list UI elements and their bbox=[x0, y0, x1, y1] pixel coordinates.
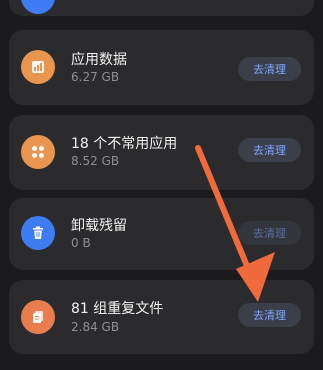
item-title: 应用数据 bbox=[71, 52, 127, 68]
card-duplicate-files[interactable]: 81 组重复文件 2.84 GB 去清理 bbox=[9, 280, 314, 354]
item-title: 81 组重复文件 bbox=[71, 301, 164, 317]
card-top-partial bbox=[9, 0, 314, 16]
partial-icon bbox=[21, 0, 55, 14]
trash-icon bbox=[21, 216, 55, 250]
clean-button[interactable]: 去清理 bbox=[238, 138, 301, 162]
card-app-data[interactable]: 应用数据 6.27 GB 去清理 bbox=[9, 30, 314, 105]
card-unused-apps[interactable]: 18 个不常用应用 8.52 GB 去清理 bbox=[9, 115, 314, 190]
card-uninstall-residue[interactable]: 卸载残留 0 B 去清理 bbox=[9, 198, 314, 270]
item-title: 卸载残留 bbox=[71, 218, 127, 234]
item-title: 18 个不常用应用 bbox=[71, 136, 178, 152]
item-size: 8.52 GB bbox=[71, 154, 120, 168]
clean-button[interactable]: 去清理 bbox=[238, 57, 301, 81]
clean-button[interactable]: 去清理 bbox=[238, 221, 301, 245]
item-size: 6.27 GB bbox=[71, 70, 120, 84]
clean-button[interactable]: 去清理 bbox=[238, 303, 301, 327]
duplicate-file-icon bbox=[21, 300, 55, 334]
grid-icon bbox=[21, 135, 55, 169]
item-size: 0 B bbox=[71, 236, 91, 250]
chart-icon bbox=[21, 50, 55, 84]
storage-cleanup-screen: 应用数据 6.27 GB 去清理 18 个不常用应用 8.52 GB 去清理 卸… bbox=[0, 0, 323, 370]
item-size: 2.84 GB bbox=[71, 320, 120, 334]
